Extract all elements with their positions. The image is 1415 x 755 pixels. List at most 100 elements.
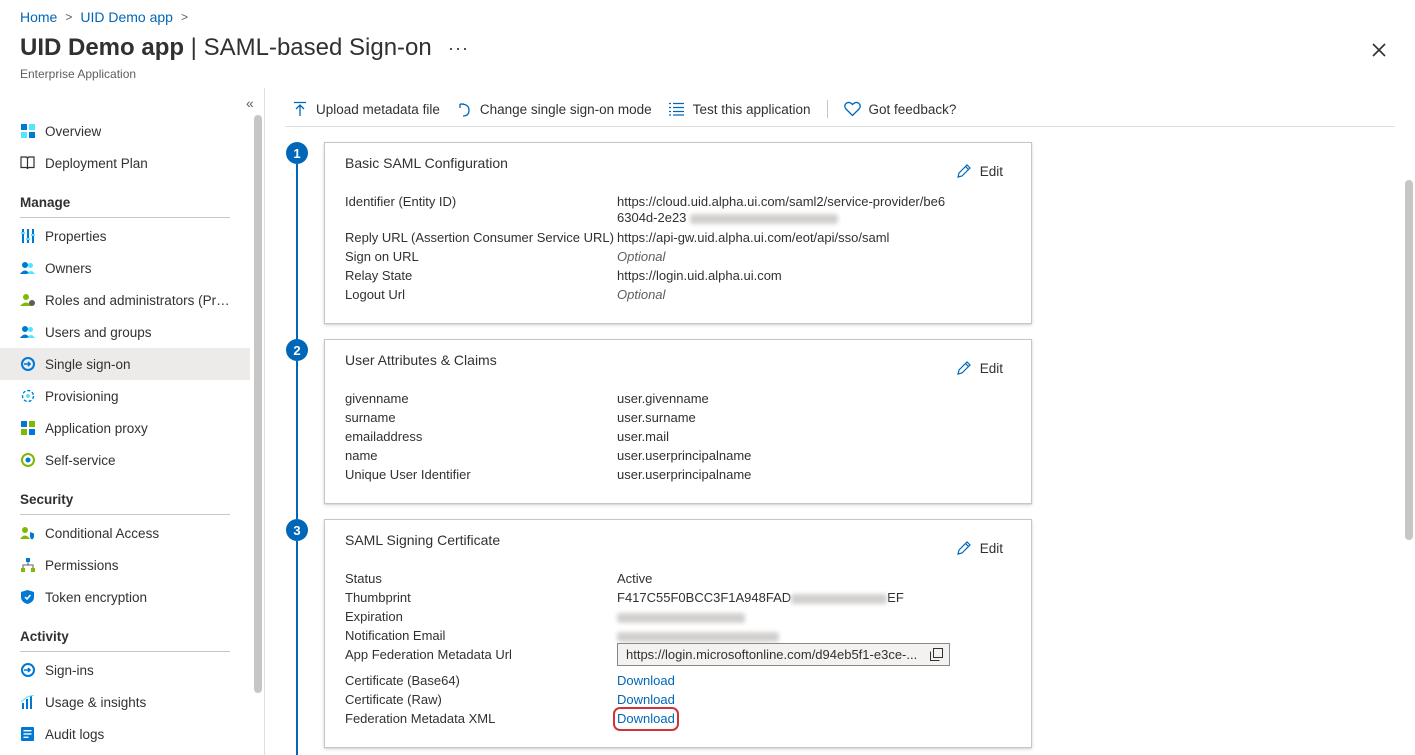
sidebar-item-label: Provisioning (45, 388, 119, 404)
row-value: user.userprincipalname (617, 448, 752, 463)
divider (20, 217, 230, 218)
sidebar-item-owners[interactable]: Owners (0, 252, 250, 284)
basic-saml-card: Basic SAML Configuration Edit Identifier… (324, 142, 1032, 324)
sidebar-item-self-service[interactable]: Self-service (0, 444, 250, 476)
sidebar-item-conditional-access[interactable]: Conditional Access (0, 517, 250, 549)
test-application-label: Test this application (692, 101, 811, 117)
signing-certificate-card: SAML Signing Certificate Edit Status Act… (324, 519, 1032, 748)
row-value-part: 6304d-2e23 (617, 210, 687, 225)
main-scrollbar[interactable] (1405, 180, 1413, 540)
sidebar-item-application-proxy[interactable]: Application proxy (0, 412, 250, 444)
page-subtitle: Enterprise Application (20, 67, 137, 81)
sidebar-group-activity: Activity (20, 629, 69, 644)
more-options-button[interactable]: ··· (448, 38, 469, 59)
breadcrumb: Home > UID Demo app > (20, 9, 196, 25)
sign-in-icon (20, 663, 35, 678)
row-value-continued: 6304d-2e23 (617, 210, 839, 226)
properties-icon (20, 229, 35, 244)
copy-icon[interactable] (930, 648, 943, 661)
row-value: F417C55F0BCC3F1A948FAD EF (617, 590, 904, 606)
change-sso-mode-button[interactable]: Change single sign-on mode (456, 101, 652, 117)
divider (20, 651, 230, 652)
step-number-3: 3 (286, 519, 308, 541)
users-icon (20, 261, 35, 276)
breadcrumb-home-link[interactable]: Home (20, 9, 57, 25)
sidebar-item-deployment-plan[interactable]: Deployment Plan (0, 147, 250, 179)
redacted-text (617, 631, 779, 642)
download-federation-metadata-link[interactable]: Download (613, 707, 679, 731)
row-key: Federation Metadata XML (345, 711, 496, 726)
row-value: user.surname (617, 410, 696, 425)
sidebar-group-manage: Manage (20, 195, 71, 210)
sidebar-item-single-sign-on[interactable]: Single sign-on (0, 348, 250, 380)
sidebar: Overview Deployment Plan Manage Properti… (0, 115, 250, 755)
sidebar-item-usage-and-insights[interactable]: Usage & insights (0, 686, 250, 718)
row-key: Notification Email (345, 628, 446, 643)
breadcrumb-app-link[interactable]: UID Demo app (80, 9, 173, 25)
row-key: Status (345, 571, 382, 586)
row-key: Certificate (Base64) (345, 673, 460, 688)
row-key: name (345, 448, 378, 463)
sidebar-item-properties[interactable]: Properties (0, 220, 250, 252)
log-icon (20, 727, 35, 742)
edit-label: Edit (979, 540, 1003, 556)
card-title: SAML Signing Certificate (345, 532, 501, 548)
row-key: Reply URL (Assertion Consumer Service UR… (345, 230, 614, 245)
divider (264, 88, 265, 755)
sidebar-item-label: Single sign-on (45, 356, 131, 372)
edit-basic-saml-button[interactable]: Edit (956, 163, 1003, 179)
test-application-button[interactable]: Test this application (668, 101, 811, 117)
step-connector (296, 541, 298, 755)
sidebar-item-audit-logs[interactable]: Audit logs (0, 718, 250, 750)
users-icon (20, 325, 35, 340)
command-bar: Upload metadata file Change single sign-… (292, 97, 972, 121)
checklist-icon (668, 102, 684, 116)
edit-certificate-button[interactable]: Edit (956, 540, 1003, 556)
feedback-label: Got feedback? (868, 101, 957, 117)
metadata-url-field[interactable]: https://login.microsoftonline.com/d94eb5… (617, 643, 950, 666)
sidebar-item-sign-ins[interactable]: Sign-ins (0, 654, 250, 686)
row-value: https://login.uid.alpha.ui.com (617, 268, 782, 283)
row-value: Optional (617, 249, 666, 264)
row-value: user.mail (617, 429, 670, 444)
sidebar-item-label: Overview (45, 123, 102, 139)
close-icon[interactable] (1369, 40, 1389, 60)
sidebar-item-label: Properties (45, 228, 107, 244)
step-connector (296, 164, 298, 340)
sidebar-scrollbar[interactable] (254, 115, 262, 693)
divider (20, 514, 230, 515)
sidebar-item-users-and-groups[interactable]: Users and groups (0, 316, 250, 348)
sidebar-item-provisioning[interactable]: Provisioning (0, 380, 250, 412)
edit-label: Edit (979, 163, 1003, 179)
row-value: user.userprincipalname (617, 467, 752, 482)
sidebar-item-label: Usage & insights (45, 694, 147, 710)
sidebar-item-roles-and-administrators[interactable]: Roles and administrators (Preview) (0, 284, 250, 316)
row-key: Expiration (345, 609, 403, 624)
download-base64-link[interactable]: Download (617, 673, 675, 689)
card-title: Basic SAML Configuration (345, 155, 508, 171)
permissions-icon (20, 558, 35, 573)
page-title-section: SAML-based Sign-on (203, 34, 432, 61)
upload-icon (294, 101, 306, 116)
edit-claims-button[interactable]: Edit (956, 360, 1003, 376)
row-key: surname (345, 410, 396, 425)
app-proxy-icon (20, 421, 35, 436)
grid-icon (20, 124, 35, 139)
collapse-sidebar-button[interactable]: « (246, 95, 254, 111)
undo-icon (459, 103, 470, 117)
download-raw-link[interactable]: Download (617, 692, 675, 708)
row-value: https://cloud.uid.alpha.ui.com/saml2/ser… (617, 194, 946, 209)
sidebar-item-token-encryption[interactable]: Token encryption (0, 581, 250, 613)
sidebar-item-label: Self-service (45, 452, 116, 468)
sidebar-item-overview[interactable]: Overview (0, 115, 250, 147)
feedback-button[interactable]: Got feedback? (843, 101, 957, 117)
sidebar-item-label: Owners (45, 260, 92, 276)
upload-metadata-button[interactable]: Upload metadata file (292, 101, 440, 117)
row-value: Active (617, 571, 653, 586)
step-connector (296, 361, 298, 519)
sidebar-group-security: Security (20, 492, 74, 507)
user-badge-icon (20, 293, 35, 308)
sidebar-item-label: Deployment Plan (45, 155, 148, 171)
sidebar-item-permissions[interactable]: Permissions (0, 549, 250, 581)
upload-metadata-label: Upload metadata file (316, 101, 440, 117)
